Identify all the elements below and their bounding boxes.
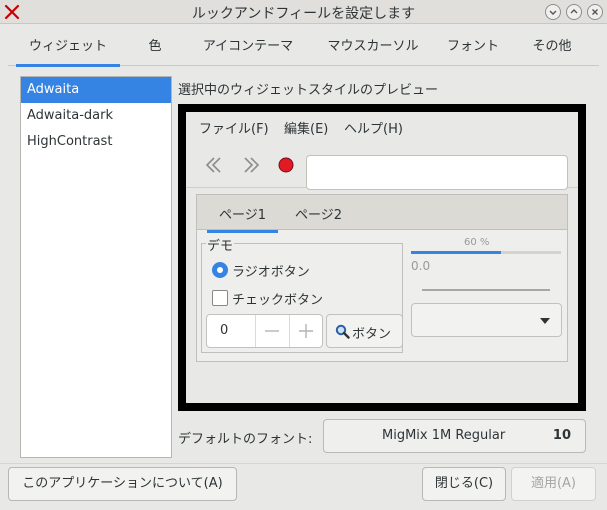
about-button[interactable]: このアプリケーションについて(A) xyxy=(8,467,237,501)
progress-bar xyxy=(411,251,561,254)
demo-combo-box[interactable] xyxy=(411,303,562,337)
tab-other[interactable]: その他 xyxy=(520,30,584,66)
preview-notebook: ページ1 ページ2 デモ ラジオボタン チェックボタン 0 ボタン 60 % 0… xyxy=(196,194,568,362)
window-title: ルックアンドフィールを設定します xyxy=(191,6,416,22)
default-font-label: デフォルトのフォント: xyxy=(178,432,313,447)
preview-area: ファイル(F) 編集(E) ヘルプ(H) ページ1 ページ2 デモ ラジオボタン… xyxy=(186,112,578,403)
tab-mouse-cursor[interactable]: マウスカーソル xyxy=(318,30,428,66)
bottom-separator xyxy=(0,463,607,464)
spin-divider xyxy=(255,315,256,347)
preview-label: 選択中のウィジェットスタイルのプレビュー xyxy=(178,83,439,98)
demo-button-label: ボタン xyxy=(352,327,392,342)
theme-item-adwaita[interactable]: Adwaita xyxy=(21,77,171,103)
tab-font[interactable]: フォント xyxy=(440,30,506,66)
spin-value[interactable]: 0 xyxy=(220,323,228,338)
minimize-icon[interactable] xyxy=(545,4,561,20)
tab-color[interactable]: 色 xyxy=(134,30,176,66)
progress-fill xyxy=(411,251,501,254)
demo-radio-button[interactable] xyxy=(212,262,228,278)
title-bar: ルックアンドフィールを設定します xyxy=(0,0,607,24)
apply-button[interactable]: 適用(A) xyxy=(511,467,596,501)
search-icon xyxy=(335,324,350,339)
preview-frame: ファイル(F) 編集(E) ヘルプ(H) ページ1 ページ2 デモ ラジオボタン… xyxy=(178,104,586,411)
forward-icon[interactable] xyxy=(239,154,263,176)
preview-menu-help[interactable]: ヘルプ(H) xyxy=(344,118,403,137)
preview-menu-edit[interactable]: 編集(E) xyxy=(284,118,328,137)
close-button[interactable]: 閉じる(C) xyxy=(422,467,506,501)
font-size: 10 xyxy=(552,428,571,443)
tab-icon-theme[interactable]: アイコンテーマ xyxy=(194,30,302,66)
preview-tab-page1[interactable]: ページ1 xyxy=(206,204,279,233)
preview-notebook-tabs: ページ1 ページ2 xyxy=(197,195,567,233)
tab-widget[interactable]: ウィジェット xyxy=(16,30,120,67)
minus-icon[interactable] xyxy=(259,319,285,343)
main-tabs: ウィジェット 色 アイコンテーマ マウスカーソル フォント その他 xyxy=(8,30,599,67)
preview-text-entry[interactable] xyxy=(306,155,568,190)
scale-slider[interactable] xyxy=(422,289,550,291)
demo-spin-button[interactable]: 0 xyxy=(206,314,323,348)
theme-list[interactable]: Adwaita Adwaita-dark HighContrast xyxy=(20,76,172,458)
plus-icon[interactable] xyxy=(293,319,319,343)
demo-frame-label: デモ xyxy=(206,235,235,254)
font-name: MigMix 1M Regular xyxy=(382,428,506,443)
preview-tab-page2[interactable]: ページ2 xyxy=(295,204,342,223)
theme-item-highcontrast[interactable]: HighContrast xyxy=(21,129,171,155)
window-close-icon[interactable] xyxy=(587,4,603,20)
spin-divider xyxy=(289,315,290,347)
scale-value: 0.0 xyxy=(411,259,431,273)
maximize-icon[interactable] xyxy=(566,4,582,20)
demo-button[interactable]: ボタン xyxy=(326,314,403,348)
font-chooser-button[interactable]: MigMix 1M Regular 10 xyxy=(323,419,586,453)
demo-check-label[interactable]: チェックボタン xyxy=(232,289,323,308)
demo-check-button[interactable] xyxy=(212,290,228,306)
demo-frame: デモ ラジオボタン チェックボタン 0 ボタン xyxy=(201,235,403,353)
preview-menu-file[interactable]: ファイル(F) xyxy=(199,118,269,137)
progress-text: 60 % xyxy=(464,237,490,248)
demo-radio-label[interactable]: ラジオボタン xyxy=(232,261,310,280)
theme-item-adwaita-dark[interactable]: Adwaita-dark xyxy=(21,103,171,129)
dropdown-arrow-icon xyxy=(540,318,550,324)
preview-menubar: ファイル(F) 編集(E) ヘルプ(H) xyxy=(186,112,578,138)
preview-toolbar xyxy=(186,140,578,190)
record-icon[interactable] xyxy=(274,154,298,176)
back-icon[interactable] xyxy=(202,154,226,176)
